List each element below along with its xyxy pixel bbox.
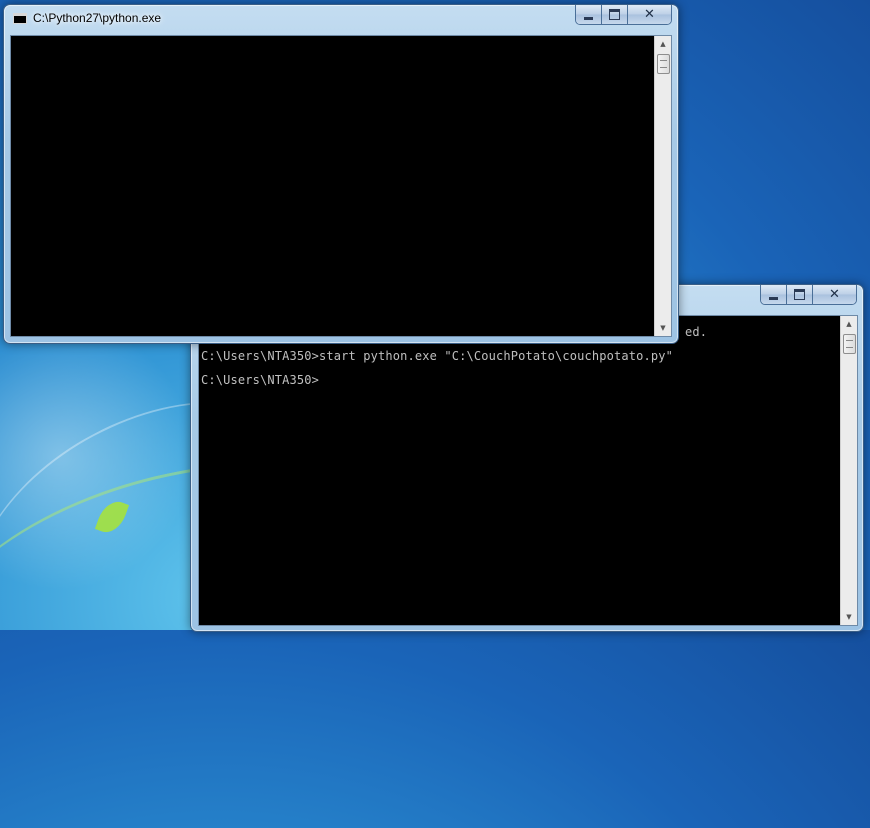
scroll-thumb[interactable] [657, 54, 670, 74]
minimize-icon [584, 16, 593, 20]
caption-buttons: ✕ [575, 5, 672, 25]
desktop-glow [0, 340, 200, 630]
console-window-front[interactable]: C:\Python27\python.exe ✕ ▲ ▼ [3, 4, 679, 344]
console-app-icon [13, 13, 27, 24]
console-client-area[interactable]: ▲ ▼ [10, 35, 672, 337]
console-client-area[interactable]: ed. C:\Users\NTA350>start python.exe "C:… [198, 315, 858, 626]
title-bar[interactable]: C:\Python27\python.exe ✕ [4, 5, 678, 33]
maximize-button[interactable] [602, 5, 628, 24]
close-icon: ✕ [829, 287, 840, 302]
vertical-scrollbar[interactable]: ▲ ▼ [840, 316, 857, 625]
console-output[interactable] [11, 36, 654, 336]
close-icon: ✕ [644, 7, 655, 22]
scroll-up-arrow-icon[interactable]: ▲ [841, 316, 857, 332]
minimize-button[interactable] [576, 5, 602, 24]
caption-buttons: ✕ [760, 285, 857, 305]
console-prompt: C:\Users\NTA350> [201, 373, 319, 387]
minimize-icon [769, 296, 778, 300]
console-output[interactable]: ed. C:\Users\NTA350>start python.exe "C:… [199, 316, 840, 625]
close-button[interactable]: ✕ [813, 285, 856, 304]
console-line: C:\Users\NTA350>start python.exe "C:\Cou… [201, 349, 673, 363]
scroll-up-arrow-icon[interactable]: ▲ [655, 36, 671, 52]
maximize-icon [609, 9, 620, 20]
window-title: C:\Python27\python.exe [33, 11, 162, 25]
scroll-down-arrow-icon[interactable]: ▼ [655, 320, 671, 336]
vertical-scrollbar[interactable]: ▲ ▼ [654, 36, 671, 336]
close-button[interactable]: ✕ [628, 5, 671, 24]
maximize-icon [794, 289, 805, 300]
console-line: ed. [685, 325, 708, 339]
desktop-leaf-logo [94, 496, 130, 538]
scroll-thumb[interactable] [843, 334, 856, 354]
maximize-button[interactable] [787, 285, 813, 304]
minimize-button[interactable] [761, 285, 787, 304]
scroll-down-arrow-icon[interactable]: ▼ [841, 609, 857, 625]
